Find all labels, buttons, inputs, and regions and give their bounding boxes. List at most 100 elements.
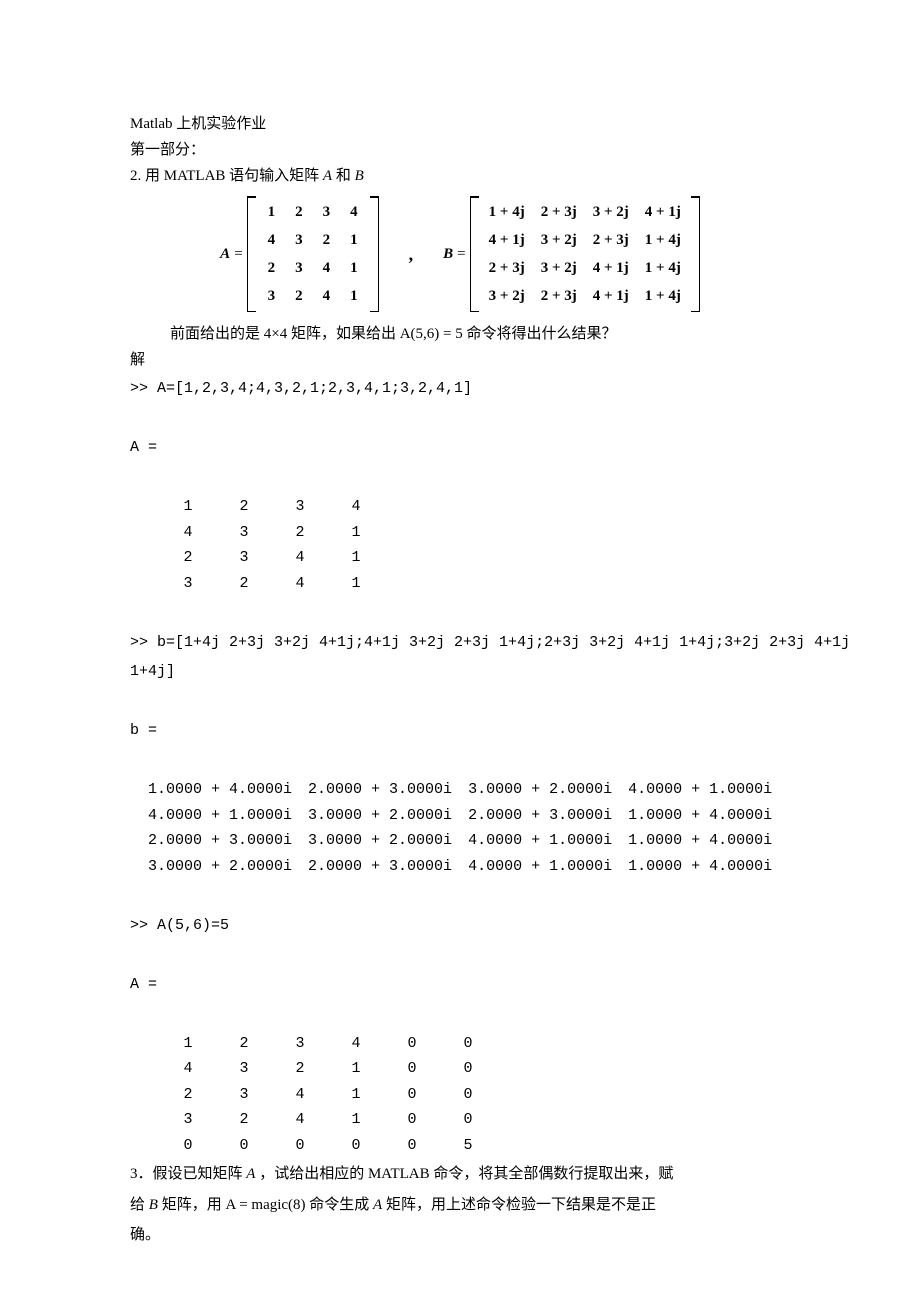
cmd-input-b-line2: 1+4j] (130, 659, 790, 685)
blank-line (130, 600, 790, 626)
question-2-intro: 2. 用 MATLAB 语句输入矩阵 A 和 B (130, 164, 790, 188)
blank-line (130, 748, 790, 774)
var-A: A (373, 1197, 382, 1213)
matrix-cell: 2 (285, 282, 313, 310)
matrix-cell: 2 (313, 226, 341, 254)
output-cell: 2 (216, 1031, 272, 1057)
matrix-cell: 3 + 2j (533, 254, 585, 282)
matrix-cell: 1 + 4j (481, 198, 533, 226)
matrix-cell: 3 (313, 198, 341, 226)
cmd-input-A56: >> A(5,6)=5 (130, 913, 790, 939)
output-cell: 0 (440, 1082, 496, 1108)
matrix-cell: 1 (340, 254, 368, 282)
matrix-cell: 4 + 1j (637, 198, 689, 226)
output-cell: 4 (328, 494, 384, 520)
cmd-input-A: >> A=[1,2,3,4;4,3,2,1;2,3,4,1;3,2,4,1] (130, 376, 790, 402)
question-2-note: 前面给出的是 4×4 矩阵，如果给出 A(5,6) = 5 命令将得出什么结果？ (130, 322, 790, 346)
output-cell: 0 (160, 1133, 216, 1159)
question-3-line1: 3．假设已知矩阵 A ，试给出相应的 MATLAB 命令，将其全部偶数行提取出来… (130, 1160, 790, 1189)
q2-text-mid: 和 (332, 168, 355, 184)
doc-title: Matlab 上机实验作业 (130, 112, 790, 136)
output-cell: 1 (328, 1056, 384, 1082)
output-cell: 1 (160, 1031, 216, 1057)
matrix-B-block: B = 1 + 4j2 + 3j3 + 2j4 + 1j4 + 1j3 + 2j… (443, 196, 700, 312)
matrix-cell: 2 + 3j (585, 226, 637, 254)
output-cell: 1 (328, 545, 384, 571)
output-cell: 3.0000 + 2.0000i (468, 777, 628, 803)
output-cell: 0 (328, 1133, 384, 1159)
matrix-A-label: A (220, 242, 230, 266)
q3-mid1: ，试给出相应的 MATLAB 命令，将其全部偶数行提取出来，赋 (255, 1166, 673, 1182)
q3-pre: 3．假设已知矩阵 (130, 1166, 246, 1182)
matrix-cell: 4 (340, 198, 368, 226)
output-cell: 2 (216, 494, 272, 520)
matrix-cell: 3 + 2j (585, 198, 637, 226)
output-cell: 2 (216, 571, 272, 597)
output-cell: 4.0000 + 1.0000i (628, 777, 788, 803)
section-heading: 第一部分： (130, 138, 790, 162)
matrix-A-bracket: 1234432123413241 (247, 196, 379, 312)
output-cell: 0 (384, 1133, 440, 1159)
matrix-cell: 3 (258, 282, 286, 310)
output-cell: 3 (216, 1082, 272, 1108)
output-cell: 2.0000 + 3.0000i (148, 828, 308, 854)
matrix-cell: 2 + 3j (533, 198, 585, 226)
equals-sign: = (234, 242, 242, 266)
q3-l2-mid: 矩阵，用 A = magic(8) 命令生成 (158, 1197, 373, 1213)
matrix-cell: 1 (340, 282, 368, 310)
matrix-definitions: A = 1234432123413241 , B = 1 + 4j2 + 3j3… (130, 196, 790, 312)
matrix-cell: 3 + 2j (533, 226, 585, 254)
matrix-cell: 3 (285, 254, 313, 282)
blank-line (130, 465, 790, 491)
matrix-cell: 3 + 2j (481, 282, 533, 310)
solution-label: 解 (130, 348, 790, 372)
output-b-label: b = (130, 718, 790, 744)
var-B: B (355, 168, 364, 184)
output-cell: 3 (272, 494, 328, 520)
question-3-line3: 确。 (130, 1221, 790, 1250)
output-cell: 3.0000 + 2.0000i (308, 828, 468, 854)
output-A2-label: A = (130, 972, 790, 998)
q3-l2-post: 矩阵，用上述命令检验一下结果是不是正 (382, 1197, 656, 1213)
output-cell: 1 (160, 494, 216, 520)
matrix-cell: 1 + 4j (637, 226, 689, 254)
matrix-cell: 3 (285, 226, 313, 254)
matrix-cell: 4 + 1j (585, 254, 637, 282)
matrix-separator: , (409, 240, 414, 269)
matrix-cell: 4 + 1j (585, 282, 637, 310)
output-cell: 0 (384, 1082, 440, 1108)
matrix-B-label: B (443, 242, 453, 266)
blank-line (130, 942, 790, 968)
matrix-cell: 2 + 3j (533, 282, 585, 310)
output-cell: 4 (328, 1031, 384, 1057)
blank-line (130, 883, 790, 909)
matrix-cell: 1 (340, 226, 368, 254)
output-cell: 0 (384, 1031, 440, 1057)
question-3-line2: 给 B 矩阵，用 A = magic(8) 命令生成 A 矩阵，用上述命令检验一… (130, 1191, 790, 1220)
matrix-B-bracket: 1 + 4j2 + 3j3 + 2j4 + 1j4 + 1j3 + 2j2 + … (470, 196, 700, 312)
cmd-input-b-line1: >> b=[1+4j 2+3j 3+2j 4+1j;4+1j 3+2j 2+3j… (130, 630, 790, 656)
output-cell: 1.0000 + 4.0000i (148, 777, 308, 803)
output-cell: 4 (272, 1082, 328, 1108)
output-cell: 3 (160, 571, 216, 597)
output-cell: 2.0000 + 3.0000i (308, 777, 468, 803)
matrix-cell: 4 (258, 226, 286, 254)
output-cell: 2 (160, 1082, 216, 1108)
output-cell: 1.0000 + 4.0000i (628, 854, 788, 880)
matrix-cell: 2 (285, 198, 313, 226)
output-cell: 0 (384, 1056, 440, 1082)
output-A2-matrix: 123400432100234100324100000005 (160, 1031, 496, 1159)
output-cell: 4 (272, 1107, 328, 1133)
output-cell: 1.0000 + 4.0000i (628, 803, 788, 829)
blank-line (130, 1001, 790, 1027)
output-cell: 4.0000 + 1.0000i (148, 803, 308, 829)
q2-text-pre: 2. 用 MATLAB 语句输入矩阵 (130, 168, 323, 184)
output-cell: 2 (160, 545, 216, 571)
matrix-cell: 4 + 1j (481, 226, 533, 254)
matrix-cell: 4 (313, 282, 341, 310)
output-cell: 5 (440, 1133, 496, 1159)
matrix-A-block: A = 1234432123413241 (220, 196, 378, 312)
output-cell: 2.0000 + 3.0000i (308, 854, 468, 880)
matrix-cell: 1 + 4j (637, 254, 689, 282)
output-cell: 2.0000 + 3.0000i (468, 803, 628, 829)
